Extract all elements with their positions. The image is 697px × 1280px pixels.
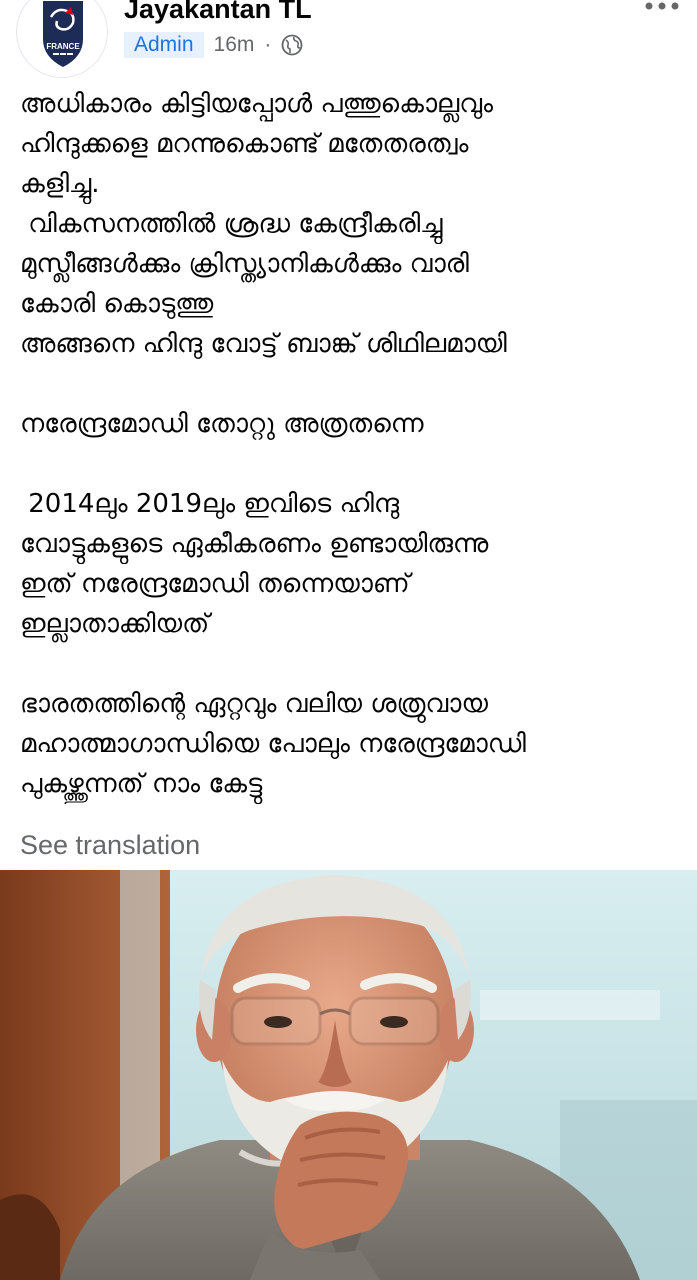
portrait-image (0, 870, 697, 1280)
text-line: കോരി കൊടുത്തു (20, 289, 214, 319)
text-line: 2014ലും 2019ലും ഇവിടെ ഹിന്ദു (20, 489, 400, 519)
text-line: നരേന്ദ്രമോഡി തോറ്റു അത്രതന്നെ (20, 409, 424, 439)
post-time[interactable]: 16m (214, 33, 255, 57)
text-line: അങ്ങനെ ഹിന്ദു വോട്ട് ബാങ്ക് ശിഥിലമായി (20, 329, 507, 359)
text-line: പുകഴ്ത്തുന്നത് നാം കേട്ടു (20, 769, 263, 799)
france-crest-icon: FRANCE (18, 0, 107, 77)
post-photo[interactable] (0, 870, 697, 1280)
text-line: മുസ്ലീങ്ങൾക്കും ക്രിസ്ത്യാനികൾക്കും വാരി (20, 249, 469, 279)
more-dots-icon (645, 2, 679, 10)
meta-separator: · (264, 33, 272, 56)
text-line-blank (20, 444, 680, 484)
text-line-blank (20, 644, 680, 684)
avatar[interactable]: FRANCE (16, 0, 108, 78)
text-line: വികസനത്തിൽ ശ്രദ്ധ കേന്ദ്രീകരിച്ചു (20, 209, 443, 239)
text-line: ഹിന്ദുക്കളെ മറന്നുകൊണ്ട് മതേതരത്വം (20, 129, 469, 159)
more-options-button[interactable] (642, 0, 682, 16)
see-translation-link[interactable]: See translation (20, 830, 200, 861)
post-text: അധികാരം കിട്ടിയപ്പോൾ പത്തുകൊല്ലവും ഹിന്ദ… (20, 84, 680, 804)
text-line: വോട്ടുകളുടെ ഏകീകരണം ഉണ്ടായിരുന്നു (20, 529, 489, 559)
text-line: കളിച്ചു. (20, 169, 100, 199)
globe-icon (281, 34, 303, 56)
text-line: അധികാരം കിട്ടിയപ്പോൾ പത്തുകൊല്ലവും (20, 89, 494, 119)
text-line: ഇത് നരേന്ദ്രമോഡി തന്നെയാണ് (20, 569, 410, 599)
text-line-blank (20, 364, 680, 404)
avatar-logo-text: FRANCE (46, 42, 80, 51)
admin-badge: Admin (124, 32, 204, 58)
text-line: മഹാത്മാഗാന്ധിയെ പോലും നരേന്ദ്രമോഡി (20, 729, 526, 759)
author-name[interactable]: Jayakantan TL (124, 0, 312, 25)
post-header: FRANCE Jayakantan TL Admin 16m · (0, 0, 697, 78)
post-meta: Admin 16m · (124, 32, 303, 58)
text-line: ഭാരതത്തിന്റെ ഏറ്റവും വലിയ ശത്രുവായ (20, 689, 488, 719)
text-line: ഇല്ലാതാക്കിയത് (20, 609, 210, 639)
